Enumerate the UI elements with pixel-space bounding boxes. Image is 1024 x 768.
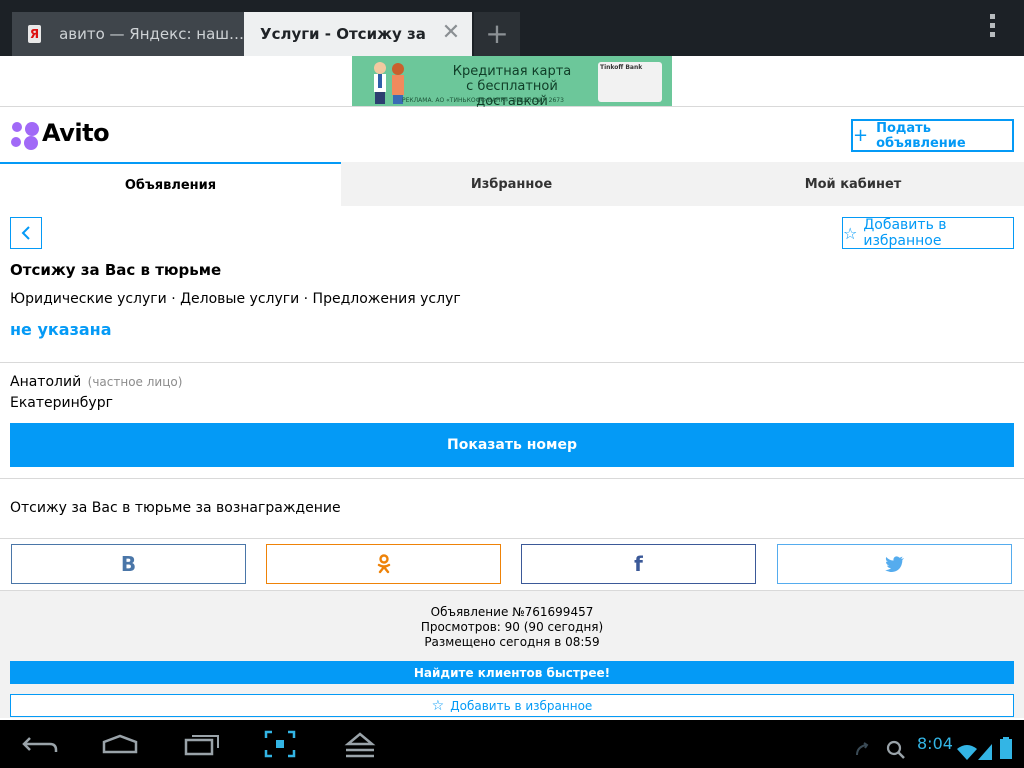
vk-icon: B [120, 552, 137, 576]
battery-icon [1000, 737, 1012, 759]
listing-description: Отсижу за Вас в тюрьме за вознаграждение [10, 500, 341, 516]
share-ok-button[interactable] [266, 544, 501, 584]
home-icon[interactable] [100, 728, 140, 760]
overflow-menu-icon[interactable] [984, 14, 1000, 42]
view-count: Просмотров: 90 (90 сегодня) [420, 620, 604, 634]
listing-title: Отсижу за Вас в тюрьме [10, 261, 222, 279]
tab-ads[interactable]: Объявления [0, 162, 341, 206]
add-favorite-bottom-button[interactable]: ☆ Добавить в избранное [10, 694, 1014, 717]
browser-tab-bar: Я авито — Яндекс: наш… Услуги - Отсижу з… [0, 0, 1024, 56]
close-tab-icon[interactable]: ✕ [440, 22, 462, 44]
divider [0, 362, 1024, 363]
posted-time: Размещено сегодня в 08:59 [424, 635, 600, 649]
listing-footer: Объявление №761699457 Просмотров: 90 (90… [0, 590, 1024, 718]
seller-type: (частное лицо) [87, 375, 183, 389]
share-vk-button[interactable]: B [11, 544, 246, 584]
sync-icon [856, 742, 869, 756]
divider [0, 538, 1024, 539]
star-icon: ☆ [843, 223, 858, 243]
share-twitter-button[interactable] [777, 544, 1012, 584]
plus-icon: + [853, 125, 869, 146]
menu-up-icon[interactable] [342, 728, 378, 760]
twitter-icon [884, 556, 904, 572]
seller-name: Анатолий [10, 374, 82, 390]
recent-apps-icon[interactable] [182, 728, 222, 760]
share-facebook-button[interactable]: f [521, 544, 756, 584]
ad-number: Объявление №761699457 [430, 605, 594, 619]
back-button[interactable] [10, 217, 42, 249]
ad-strip: Кредитная карта с бесплатной доставкой T… [0, 56, 1024, 109]
facebook-icon: f [634, 552, 643, 576]
browser-tab-active[interactable]: Услуги - Отсижу за В… ✕ [244, 12, 472, 56]
seller-info: Анатолий (частное лицо) [10, 374, 182, 390]
add-favorite-button[interactable]: ☆ Добавить в избранное [842, 217, 1014, 249]
ad-disclaimer: РЕКЛАМА. АО «ТИНЬКОФФ БАНК», ЛИЦЕНЗИЯ 26… [402, 97, 564, 104]
new-tab-button[interactable]: + [474, 12, 520, 56]
odnoklassniki-icon [377, 554, 390, 574]
nav-tabs: Объявления Избранное Мой кабинет [0, 162, 1024, 206]
signal-icon [978, 744, 992, 760]
avito-logo-icon[interactable] [10, 120, 40, 150]
logo-text[interactable]: Avito [42, 119, 110, 147]
screenshot-icon[interactable] [262, 728, 298, 760]
wifi-icon [957, 745, 977, 760]
site-header: Avito + Подать объявление [0, 107, 1024, 163]
clock: 8:04 [917, 734, 953, 753]
credit-card-image: Tinkoff Bank [598, 62, 662, 102]
promote-button[interactable]: Найдите клиентов быстрее! [10, 661, 1014, 684]
star-icon: ☆ [431, 697, 445, 714]
post-ad-button[interactable]: + Подать объявление [851, 119, 1014, 152]
browser-tab-yandex[interactable]: Я авито — Яндекс: наш… [12, 12, 244, 56]
search-icon[interactable] [886, 734, 906, 766]
breadcrumb[interactable]: Юридические услуги · Деловые услуги · Пр… [10, 291, 461, 307]
show-phone-button[interactable]: Показать номер [10, 423, 1014, 467]
ad-banner[interactable]: Кредитная карта с бесплатной доставкой T… [352, 56, 672, 109]
tab-label: авито — Яндекс: наш… [59, 25, 244, 43]
seller-city: Екатеринбург [10, 395, 113, 411]
tab-label: Услуги - Отсижу за В… [260, 25, 430, 43]
chevron-left-icon [21, 226, 30, 240]
tab-cabinet[interactable]: Мой кабинет [682, 162, 1024, 206]
divider [0, 478, 1024, 479]
back-icon[interactable] [20, 728, 60, 760]
price: не указана [10, 320, 112, 339]
system-nav-bar: 8:04 [0, 720, 1024, 768]
yandex-favicon-icon: Я [28, 25, 42, 43]
tab-favorites[interactable]: Избранное [341, 162, 682, 206]
